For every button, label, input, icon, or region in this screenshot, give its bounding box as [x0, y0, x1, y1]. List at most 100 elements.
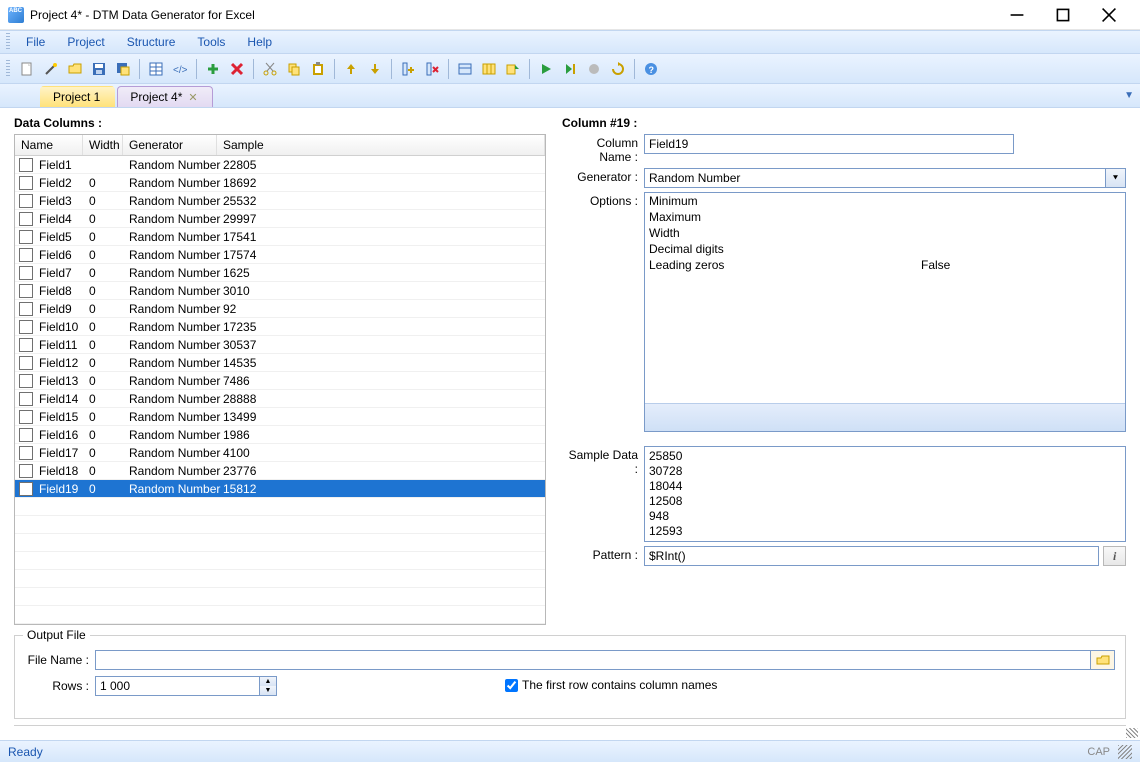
- add-icon[interactable]: [202, 58, 224, 80]
- column-remove-icon[interactable]: [421, 58, 443, 80]
- table-row[interactable]: Field13 0 Random Number 7486: [15, 372, 545, 390]
- generator-combo[interactable]: [644, 168, 1106, 188]
- options-grid[interactable]: MinimumMaximumWidthDecimal digitsLeading…: [644, 192, 1126, 432]
- cell-sample: 17541: [221, 230, 545, 244]
- minimize-button[interactable]: [994, 0, 1040, 30]
- grid-header-generator[interactable]: Generator: [123, 135, 217, 155]
- browse-file-icon[interactable]: [1091, 650, 1115, 670]
- resize-grip-icon[interactable]: [0, 726, 1140, 740]
- table-row[interactable]: Field15 0 Random Number 13499: [15, 408, 545, 426]
- save-as-icon[interactable]: [112, 58, 134, 80]
- move-up-icon[interactable]: [340, 58, 362, 80]
- row-checkbox[interactable]: [19, 446, 33, 460]
- row-checkbox[interactable]: [19, 302, 33, 316]
- maximize-button[interactable]: [1040, 0, 1086, 30]
- rows-spin-up-icon[interactable]: ▲: [260, 677, 276, 686]
- row-checkbox[interactable]: [19, 248, 33, 262]
- column-name-input[interactable]: [644, 134, 1014, 154]
- menubar-gripper[interactable]: [6, 33, 10, 51]
- row-checkbox[interactable]: [19, 338, 33, 352]
- row-checkbox[interactable]: [19, 266, 33, 280]
- table-row[interactable]: Field14 0 Random Number 28888: [15, 390, 545, 408]
- row-checkbox[interactable]: [19, 374, 33, 388]
- tab-close-icon[interactable]: ✕: [188, 91, 197, 104]
- row-checkbox[interactable]: [19, 230, 33, 244]
- row-checkbox[interactable]: [19, 176, 33, 190]
- option-row[interactable]: Leading zerosFalse: [645, 257, 1125, 273]
- row-checkbox[interactable]: [19, 158, 33, 172]
- help-icon[interactable]: ?: [640, 58, 662, 80]
- column-add-icon[interactable]: [397, 58, 419, 80]
- code-icon[interactable]: </>: [169, 58, 191, 80]
- first-row-checkbox[interactable]: [505, 679, 518, 692]
- table-row[interactable]: Field3 0 Random Number 25532: [15, 192, 545, 210]
- move-down-icon[interactable]: [364, 58, 386, 80]
- grid-header-width[interactable]: Width: [83, 135, 123, 155]
- menu-help[interactable]: Help: [237, 33, 282, 51]
- menu-tools[interactable]: Tools: [187, 33, 235, 51]
- table-row[interactable]: Field1 Random Number 22805: [15, 156, 545, 174]
- row-checkbox[interactable]: [19, 356, 33, 370]
- run-icon[interactable]: [535, 58, 557, 80]
- filename-input[interactable]: [95, 650, 1091, 670]
- cut-icon[interactable]: [259, 58, 281, 80]
- option-row[interactable]: Decimal digits: [645, 241, 1125, 257]
- row-checkbox[interactable]: [19, 428, 33, 442]
- pattern-input[interactable]: [644, 546, 1099, 566]
- paste-icon[interactable]: [307, 58, 329, 80]
- table-row[interactable]: Field7 0 Random Number 1625: [15, 264, 545, 282]
- grid-icon[interactable]: [145, 58, 167, 80]
- option-row[interactable]: Maximum: [645, 209, 1125, 225]
- grid-header-sample[interactable]: Sample: [217, 135, 545, 155]
- table-row[interactable]: Field5 0 Random Number 17541: [15, 228, 545, 246]
- close-button[interactable]: [1086, 0, 1132, 30]
- first-row-label[interactable]: The first row contains column names: [522, 678, 717, 692]
- table-row[interactable]: Field9 0 Random Number 92: [15, 300, 545, 318]
- menu-structure[interactable]: Structure: [117, 33, 186, 51]
- table-row[interactable]: Field2 0 Random Number 18692: [15, 174, 545, 192]
- table-row[interactable]: Field18 0 Random Number 23776: [15, 462, 545, 480]
- menu-project[interactable]: Project: [57, 33, 114, 51]
- table-row[interactable]: Field10 0 Random Number 17235: [15, 318, 545, 336]
- row-checkbox[interactable]: [19, 320, 33, 334]
- stop-icon[interactable]: [583, 58, 605, 80]
- row-checkbox[interactable]: [19, 464, 33, 478]
- row-checkbox[interactable]: [19, 284, 33, 298]
- save-icon[interactable]: [88, 58, 110, 80]
- refresh-icon[interactable]: [607, 58, 629, 80]
- table-row[interactable]: Field11 0 Random Number 30537: [15, 336, 545, 354]
- rows-input[interactable]: [95, 676, 260, 696]
- table-row[interactable]: Field6 0 Random Number 17574: [15, 246, 545, 264]
- tab-project-1[interactable]: Project 1: [40, 86, 115, 107]
- delete-icon[interactable]: [226, 58, 248, 80]
- table-row[interactable]: Field17 0 Random Number 4100: [15, 444, 545, 462]
- table-row[interactable]: Field19 0 Random Number 15812: [15, 480, 545, 498]
- wizard-icon[interactable]: [40, 58, 62, 80]
- tab-project-4[interactable]: Project 4* ✕: [117, 86, 212, 107]
- export-icon[interactable]: [502, 58, 524, 80]
- tabstrip-dropdown-icon[interactable]: ▼: [1124, 90, 1134, 101]
- row-checkbox[interactable]: [19, 212, 33, 226]
- step-icon[interactable]: [559, 58, 581, 80]
- option-row[interactable]: Minimum: [645, 193, 1125, 209]
- props-icon[interactable]: [454, 58, 476, 80]
- table-row[interactable]: Field4 0 Random Number 29997: [15, 210, 545, 228]
- row-checkbox[interactable]: [19, 410, 33, 424]
- columns-icon[interactable]: [478, 58, 500, 80]
- generator-dropdown-icon[interactable]: ⯆: [1106, 168, 1126, 188]
- rows-spin-down-icon[interactable]: ▼: [260, 686, 276, 695]
- menu-file[interactable]: File: [16, 33, 55, 51]
- table-row[interactable]: Field12 0 Random Number 14535: [15, 354, 545, 372]
- row-checkbox[interactable]: [19, 194, 33, 208]
- toolbar-gripper[interactable]: [6, 60, 10, 78]
- row-checkbox[interactable]: [19, 392, 33, 406]
- row-checkbox[interactable]: [19, 482, 33, 496]
- table-row[interactable]: Field16 0 Random Number 1986: [15, 426, 545, 444]
- pattern-info-button[interactable]: i: [1103, 546, 1126, 566]
- new-icon[interactable]: [16, 58, 38, 80]
- option-row[interactable]: Width: [645, 225, 1125, 241]
- copy-icon[interactable]: [283, 58, 305, 80]
- grid-header-name[interactable]: Name: [15, 135, 83, 155]
- table-row[interactable]: Field8 0 Random Number 3010: [15, 282, 545, 300]
- open-icon[interactable]: [64, 58, 86, 80]
